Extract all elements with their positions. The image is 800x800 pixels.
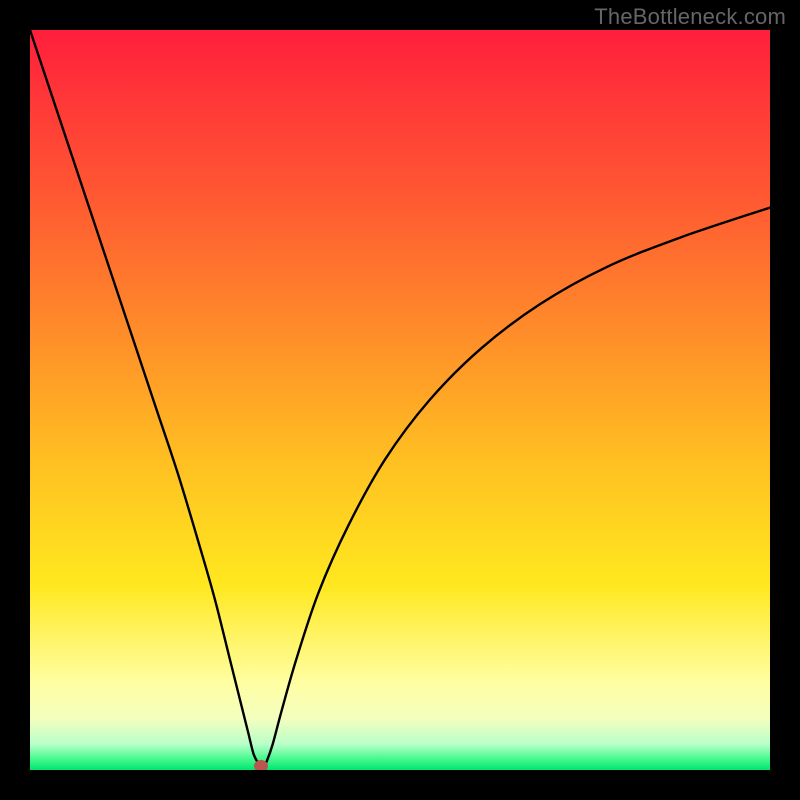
chart-container: TheBottleneck.com bbox=[0, 0, 800, 800]
watermark-text: TheBottleneck.com bbox=[594, 4, 786, 30]
curve-layer bbox=[30, 30, 770, 770]
optimum-marker bbox=[254, 760, 268, 770]
bottleneck-curve bbox=[30, 30, 770, 767]
plot-area bbox=[30, 30, 770, 770]
